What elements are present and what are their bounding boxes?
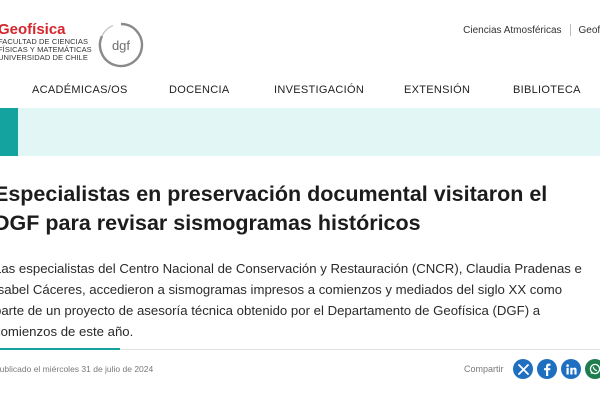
nav-item-investigacion[interactable]: INVESTIGACIÓN: [274, 84, 364, 96]
share-linkedin-button[interactable]: [561, 359, 581, 379]
nav-item-academicas[interactable]: ACADÉMICAS/OS: [32, 84, 128, 96]
linkedin-icon: [565, 363, 577, 374]
main-nav: ACADÉMICAS/OS DOCENCIA INVESTIGACIÓN EXT…: [0, 84, 600, 102]
facebook-icon: [544, 363, 551, 376]
utility-link-geofisica[interactable]: Geofís: [579, 25, 600, 36]
brand-name: Geofísica: [0, 21, 66, 38]
article-title-line-1: Especialistas en preservación documental…: [0, 182, 548, 206]
published-date: Publicado el miércoles 31 de julio de 20…: [0, 364, 154, 374]
article-title: Especialistas en preservación documental…: [0, 180, 600, 238]
utility-links: Ciencias Atmosféricas Geofís: [463, 24, 600, 36]
summary-line-2: Isabel Cáceres, accedieron a sismogramas…: [0, 282, 563, 297]
summary-line-4: comienzos de este año.: [0, 324, 134, 339]
utility-separator: [569, 24, 571, 36]
share-x-button[interactable]: [513, 359, 533, 379]
section-banner: [0, 108, 600, 156]
nav-item-docencia[interactable]: DOCENCIA: [169, 84, 229, 96]
x-icon: [517, 363, 529, 375]
brand-line-3: UNIVERSIDAD DE CHILE: [0, 53, 88, 62]
dgf-logo-text: dgf: [112, 38, 130, 53]
utility-link-ciencias-atmosfericas[interactable]: Ciencias Atmosféricas: [463, 25, 561, 36]
summary-line-1: Las especialistas del Centro Nacional de…: [0, 261, 582, 276]
share-whatsapp-button[interactable]: [585, 359, 600, 379]
summary-line-3: parte de un proyecto de asesoría técnica…: [0, 303, 541, 318]
whatsapp-icon: [589, 363, 600, 375]
nav-item-biblioteca[interactable]: BIBLIOTECA: [513, 84, 581, 96]
nav-item-extension[interactable]: EXTENSIÓN: [404, 84, 470, 96]
banner-accent: [0, 108, 18, 156]
article-summary: Las especialistas del Centro Nacional de…: [0, 258, 600, 342]
article-title-line-2: DGF para revisar sismogramas históricos: [0, 211, 421, 235]
divider-accent: [0, 348, 120, 350]
share-label: Compartir: [464, 364, 504, 374]
divider: [120, 348, 600, 350]
dgf-logo-icon: dgf: [98, 22, 144, 68]
site-header: Geofísica FACULTAD DE CIENCIAS FÍSICAS Y…: [0, 0, 600, 78]
share-facebook-button[interactable]: [537, 359, 557, 379]
